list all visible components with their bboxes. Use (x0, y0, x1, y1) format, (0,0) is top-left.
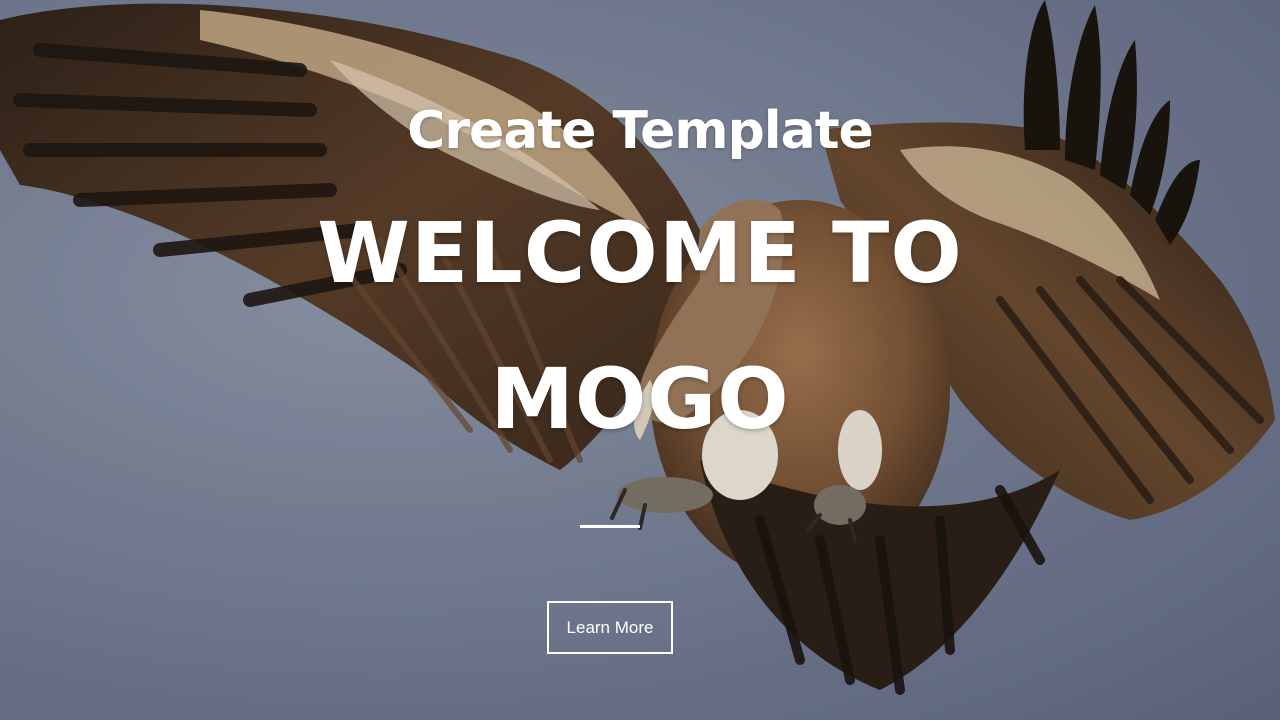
hero-content: Create Template WELCOME TO MOGO Learn Mo… (0, 0, 1280, 720)
title-divider (580, 525, 640, 528)
hero-title-line-2: MOGO (490, 350, 790, 448)
hero-subtitle: Create Template (407, 101, 874, 161)
hero-title-line-1: WELCOME TO (317, 204, 963, 302)
hero-title: WELCOME TO MOGO (0, 180, 1280, 472)
hero-section: Create Template WELCOME TO MOGO Learn Mo… (0, 0, 1280, 720)
learn-more-button[interactable]: Learn More (547, 601, 673, 654)
